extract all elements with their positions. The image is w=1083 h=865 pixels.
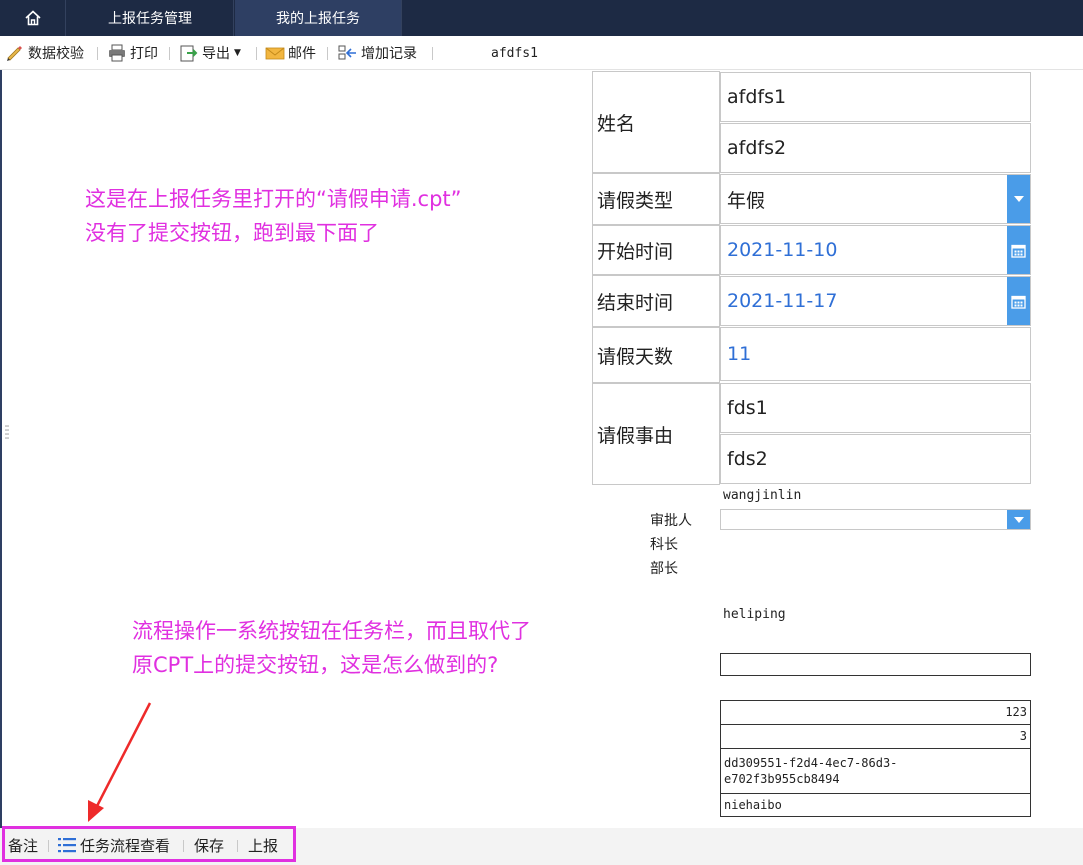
add-record-button[interactable]: 增加记录 xyxy=(338,36,417,70)
end-date-value: 2021-11-17 xyxy=(727,290,838,312)
export-icon xyxy=(180,45,198,62)
annotation-note-1-line-2: 没有了提交按钮，跑到最下面了 xyxy=(85,221,379,245)
annotation-note-2: 流程操作一系统按钮在任务栏，而且取代了 原CPT上的提交按钮，这是怎么做到的? xyxy=(132,614,531,682)
document-name: afdfs1 xyxy=(491,45,538,61)
data-validate-button[interactable]: 数据校验 xyxy=(5,36,84,70)
start-date-field[interactable]: 2021-11-10 xyxy=(720,225,1031,275)
empty-input-cell[interactable] xyxy=(720,653,1031,676)
add-record-icon xyxy=(338,45,356,60)
name-value-1: afdfs1 xyxy=(727,86,787,108)
export-button[interactable]: 导出 ▼ xyxy=(179,36,241,70)
toolbar-divider xyxy=(97,47,98,60)
end-date-label: 结束时间 xyxy=(592,275,720,327)
export-label: 导出 xyxy=(202,46,230,62)
annotation-note-2-line-2: 原CPT上的提交按钮，这是怎么做到的? xyxy=(132,653,499,677)
uuid-line-2: e702f3b955cb8494 xyxy=(724,772,840,786)
toolbar-divider xyxy=(169,47,170,60)
leave-type-label: 请假类型 xyxy=(592,173,720,225)
annotation-note-1-line-1: 这是在上报任务里打开的“请假申请.cpt” xyxy=(85,187,462,211)
add-record-label: 增加记录 xyxy=(361,46,417,62)
home-icon xyxy=(24,10,41,26)
report-toolbar: 数据校验 打印 导出 ▼ 邮件 增加记录 afdfs1 xyxy=(0,36,1083,70)
approver-select[interactable] xyxy=(720,509,1031,530)
name-label: 姓名 xyxy=(592,71,720,173)
leave-days-field: 11 xyxy=(720,327,1031,381)
end-date-field[interactable]: 2021-11-17 xyxy=(720,276,1031,326)
leave-days-label: 请假天数 xyxy=(592,327,720,383)
mail-button[interactable]: 邮件 xyxy=(265,36,316,70)
start-date-picker-button[interactable] xyxy=(1007,226,1030,274)
calendar-icon xyxy=(1011,244,1026,258)
leave-reason-value-2: fds2 xyxy=(727,448,768,470)
chevron-down-icon xyxy=(1013,516,1024,523)
user-cell: niehaibo xyxy=(720,793,1031,817)
leave-days-value: 11 xyxy=(727,343,752,365)
name-field-1[interactable]: afdfs1 xyxy=(720,72,1031,122)
data-validate-label: 数据校验 xyxy=(28,46,84,62)
value-cell-3: 3 xyxy=(720,724,1031,749)
tab-report-task-management[interactable]: 上报任务管理 xyxy=(67,0,234,36)
uuid-line-1: dd309551-f2d4-4ec7-86d3- xyxy=(724,756,898,770)
home-tab[interactable] xyxy=(0,0,66,36)
calendar-icon xyxy=(1011,295,1026,309)
print-label: 打印 xyxy=(130,46,158,62)
chevron-down-icon xyxy=(1013,196,1024,202)
approver-name: wangjinlin xyxy=(723,488,802,503)
chevron-down-icon: ▼ xyxy=(234,48,241,58)
pencil-ruler-icon xyxy=(7,46,22,61)
leave-reason-label: 请假事由 xyxy=(592,383,720,485)
approver-label: 审批人 xyxy=(650,513,692,529)
start-date-value: 2021-11-10 xyxy=(727,239,838,261)
toolbar-divider xyxy=(327,47,328,60)
content-left-border xyxy=(0,70,2,828)
other-approver-name: heliping xyxy=(723,607,786,622)
top-tab-bar: 上报任务管理 我的上报任务 xyxy=(0,0,1083,36)
section-chief-label: 科长 xyxy=(650,537,678,553)
annotation-note-1: 这是在上报任务里打开的“请假申请.cpt” 没有了提交按钮，跑到最下面了 xyxy=(85,182,462,250)
printer-icon xyxy=(109,44,125,62)
name-value-2: afdfs2 xyxy=(727,137,787,159)
envelope-icon xyxy=(265,47,285,60)
print-button[interactable]: 打印 xyxy=(107,36,158,70)
uuid-cell: dd309551-f2d4-4ec7-86d3- e702f3b955cb849… xyxy=(720,748,1031,794)
approver-dropdown-button[interactable] xyxy=(1007,510,1030,529)
tab-my-report-tasks[interactable]: 我的上报任务 xyxy=(235,0,402,36)
annotation-highlight-box xyxy=(2,826,296,862)
leave-type-value: 年假 xyxy=(727,189,766,212)
drag-handle-icon[interactable] xyxy=(5,424,9,440)
leave-reason-field-1[interactable]: fds1 xyxy=(720,383,1031,433)
annotation-arrow-icon xyxy=(88,702,152,822)
start-date-label: 开始时间 xyxy=(592,225,720,275)
value-cell-123: 123 xyxy=(720,700,1031,725)
toolbar-divider xyxy=(256,47,257,60)
annotation-note-2-line-1: 流程操作一系统按钮在任务栏，而且取代了 xyxy=(132,619,531,643)
leave-type-dropdown-button[interactable] xyxy=(1007,175,1030,223)
name-field-2[interactable]: afdfs2 xyxy=(720,123,1031,173)
leave-reason-value-1: fds1 xyxy=(727,397,768,419)
end-date-picker-button[interactable] xyxy=(1007,277,1030,325)
leave-reason-field-2[interactable]: fds2 xyxy=(720,434,1031,484)
dept-head-label: 部长 xyxy=(650,561,678,577)
mail-label: 邮件 xyxy=(288,46,316,62)
toolbar-divider xyxy=(432,47,433,60)
leave-type-select[interactable]: 年假 xyxy=(720,174,1031,224)
